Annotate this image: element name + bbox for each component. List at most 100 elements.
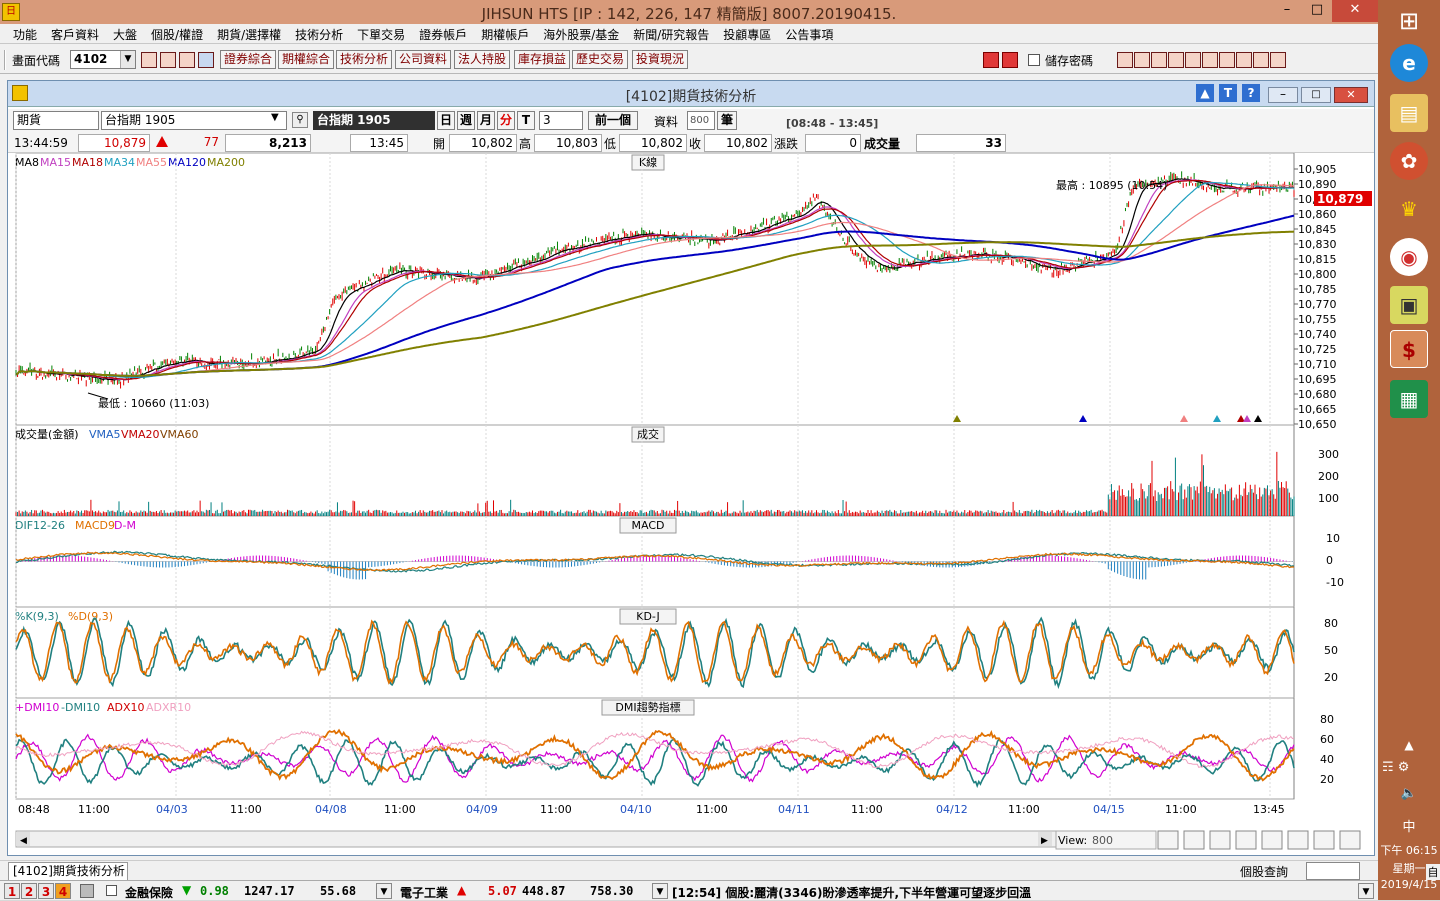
menu-item-12[interactable]: 公告事項 xyxy=(778,24,840,43)
code-dropdown-icon[interactable]: ▼ xyxy=(120,51,135,68)
menu-item-9[interactable]: 海外股票/基金 xyxy=(536,24,626,43)
index-checkbox[interactable] xyxy=(106,885,117,896)
tool-icon-1[interactable] xyxy=(1134,52,1150,68)
page-button-3[interactable]: 3 xyxy=(38,883,54,899)
menu-item-10[interactable]: 新聞/研究報告 xyxy=(626,24,716,43)
interval-select[interactable]: 3 xyxy=(539,111,583,130)
file-explorer-icon[interactable]: ▤ xyxy=(1390,94,1428,132)
jihsun-app-icon[interactable]: $ xyxy=(1390,330,1428,368)
chrome-icon[interactable]: ◉ xyxy=(1390,238,1428,276)
menu-item-6[interactable]: 下單交易 xyxy=(350,24,412,43)
menu-item-3[interactable]: 個股/權證 xyxy=(144,24,210,43)
news-ticker[interactable]: [12:54] 個股:麗清(3346)盼滲透率提升,下半年營運可望逐步回溫 xyxy=(672,884,1031,901)
period-tick-button[interactable]: T xyxy=(517,111,535,130)
toolbar-button-3[interactable]: 公司資料 xyxy=(395,50,451,69)
search-icon[interactable] xyxy=(141,52,157,68)
bar-volume-value: 33 xyxy=(916,134,1006,152)
prev-arrow-icon[interactable] xyxy=(983,52,999,68)
volume-icon[interactable]: 🔈 xyxy=(1378,786,1440,801)
menu-item-7[interactable]: 證券帳戶 xyxy=(412,24,474,43)
panel-title-vol: 成交 xyxy=(637,427,659,441)
chart-area[interactable]: K線MA8 MA15 MA18 MA34 MA55 MA120 MA200成交成交量(金額)… xyxy=(8,153,1374,855)
menu-item-5[interactable]: 技術分析 xyxy=(288,24,350,43)
tool-icon-0[interactable] xyxy=(1117,52,1133,68)
market-select[interactable]: 期貨 xyxy=(13,111,99,130)
chart-restore-button[interactable]: □ xyxy=(1301,87,1331,103)
tool-icon-7[interactable] xyxy=(1236,52,1252,68)
unit-button[interactable]: 筆 xyxy=(717,111,737,130)
lock-icon[interactable] xyxy=(80,884,94,898)
chart-close-button[interactable]: ✕ xyxy=(1334,87,1368,103)
sticky-notes-icon[interactable]: ▣ xyxy=(1390,286,1428,324)
toolbar-button-0[interactable]: 證券綜合 xyxy=(220,50,276,69)
tool-icon-4[interactable] xyxy=(1185,52,1201,68)
start-windows-icon[interactable]: ⊞ xyxy=(1390,2,1428,40)
legend-vol-1: VMA5 xyxy=(89,428,121,441)
toolbar-button-5[interactable]: 庫存損益 xyxy=(514,50,570,69)
toolbar-button-4[interactable]: 法人持股 xyxy=(454,50,510,69)
period-minute-button[interactable]: 分 xyxy=(497,111,515,130)
save-password-checkbox[interactable] xyxy=(1028,54,1040,66)
toolbar-button-1[interactable]: 期權綜合 xyxy=(278,50,334,69)
page-button-4[interactable]: 4 xyxy=(55,883,71,899)
ime-indicator[interactable]: 中 xyxy=(1378,816,1440,835)
period-day-button[interactable]: 日 xyxy=(437,111,455,130)
page-button-1[interactable]: 1 xyxy=(4,883,20,899)
contract-select[interactable]: 台指期 1905 xyxy=(101,111,287,130)
menu-item-0[interactable]: 功能 xyxy=(6,24,44,43)
open-label: 開 xyxy=(433,137,446,151)
menu-item-2[interactable]: 大盤 xyxy=(106,24,144,43)
toolbar-button-6[interactable]: 歷史交易 xyxy=(572,50,628,69)
change-label: 漲跌 xyxy=(774,137,799,151)
menu-item-8[interactable]: 期權帳戶 xyxy=(474,24,536,43)
x-tick-12: 04/12 xyxy=(936,803,968,816)
index1-dropdown[interactable]: ▼ xyxy=(376,883,392,899)
tool-icon-9[interactable] xyxy=(1270,52,1286,68)
news-dropdown[interactable]: ▼ xyxy=(1358,883,1374,899)
period-week-button[interactable]: 週 xyxy=(457,111,475,130)
help-icon[interactable]: ? xyxy=(1242,84,1260,102)
toolbar-button-7[interactable]: 投資現況 xyxy=(632,50,688,69)
menu-item-11[interactable]: 投顧專區 xyxy=(716,24,778,43)
search-icon[interactable]: ⚲ xyxy=(292,112,308,128)
crown-icon[interactable]: ♛ xyxy=(1390,190,1428,228)
k-tick-9: 10,770 xyxy=(1298,298,1337,311)
page-button-2[interactable]: 2 xyxy=(21,883,37,899)
toolbar-button-2[interactable]: 技術分析 xyxy=(336,50,392,69)
menu-item-1[interactable]: 客戶資料 xyxy=(44,24,106,43)
paint-icon[interactable]: ✿ xyxy=(1390,142,1428,180)
data-count-input[interactable]: 800 xyxy=(687,111,715,130)
chart-minimize-button[interactable]: – xyxy=(1268,87,1298,103)
tool-icon-6[interactable] xyxy=(1219,52,1235,68)
tray-network-icon[interactable]: ☶ ⚙ xyxy=(1382,760,1436,775)
tool-icon-8[interactable] xyxy=(1253,52,1269,68)
internet-explorer-icon[interactable]: e xyxy=(1390,44,1428,82)
ime-mode[interactable]: 自 xyxy=(1426,864,1440,880)
tab-chart[interactable]: [4102]期貨技術分析 xyxy=(8,862,128,880)
next-arrow-icon[interactable] xyxy=(1002,52,1018,68)
bar-change-value: 0 xyxy=(805,134,861,152)
excel-icon[interactable]: ▦ xyxy=(1390,380,1428,418)
menu-item-4[interactable]: 期貨/選擇權 xyxy=(210,24,288,43)
text-tool-icon[interactable]: T xyxy=(1219,84,1237,102)
period-month-button[interactable]: 月 xyxy=(477,111,495,130)
contract-dropdown-icon[interactable]: ▼ xyxy=(271,112,285,128)
previous-button[interactable]: 前一個 xyxy=(588,111,638,130)
tool-icon-2[interactable] xyxy=(1151,52,1167,68)
print-icon[interactable] xyxy=(179,52,195,68)
chart-window-title: [4102]期貨技術分析 xyxy=(625,89,757,105)
window-icon[interactable] xyxy=(160,52,176,68)
expand-icon[interactable] xyxy=(198,52,214,68)
close-button[interactable]: ✕ xyxy=(1332,0,1378,22)
up-arrow-icon[interactable]: ▲ xyxy=(1196,84,1214,102)
stock-query-input[interactable] xyxy=(1306,862,1360,880)
minimize-button[interactable]: – xyxy=(1272,0,1302,22)
legend-kd-0: %K(9,3) xyxy=(15,610,59,623)
tool-icon-5[interactable] xyxy=(1202,52,1218,68)
maximize-button[interactable]: □ xyxy=(1302,0,1332,22)
x-tick-13: 11:00 xyxy=(1008,803,1040,816)
index2-dropdown[interactable]: ▼ xyxy=(652,883,668,899)
k-tick-6: 10,815 xyxy=(1298,253,1337,266)
tray-expand-icon[interactable]: ▲ xyxy=(1378,738,1440,752)
tool-icon-3[interactable] xyxy=(1168,52,1184,68)
